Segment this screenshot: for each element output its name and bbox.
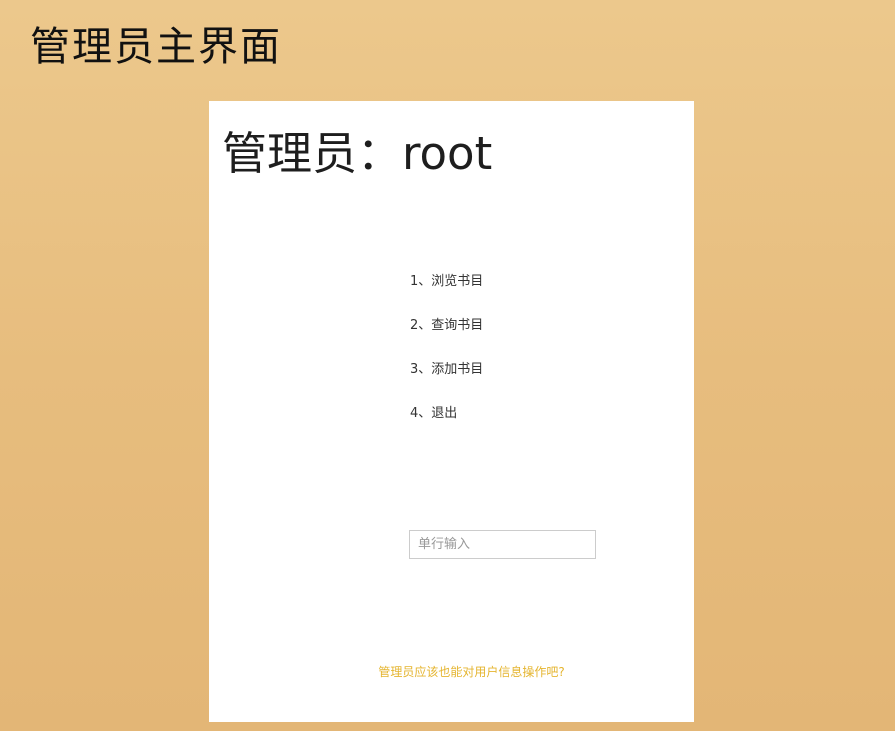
menu-item-add-books[interactable]: 3、添加书目 xyxy=(410,361,483,405)
admin-heading: 管理员：root xyxy=(222,127,493,180)
input-wrapper xyxy=(409,530,596,559)
menu-item-exit[interactable]: 4、退出 xyxy=(410,405,483,449)
menu-item-browse-books[interactable]: 1、浏览书目 xyxy=(410,273,483,317)
single-line-input[interactable] xyxy=(409,530,596,559)
admin-panel: 管理员：root 1、浏览书目 2、查询书目 3、添加书目 4、退出 管理员应该… xyxy=(209,101,694,722)
page-title: 管理员主界面 xyxy=(30,24,282,70)
menu-item-search-books[interactable]: 2、查询书目 xyxy=(410,317,483,361)
footer-note: 管理员应该也能对用户信息操作吧? xyxy=(378,665,565,679)
admin-menu: 1、浏览书目 2、查询书目 3、添加书目 4、退出 xyxy=(410,273,483,449)
slide-canvas: { "page": { "title": "管理员主界面" }, "panel"… xyxy=(0,0,895,731)
